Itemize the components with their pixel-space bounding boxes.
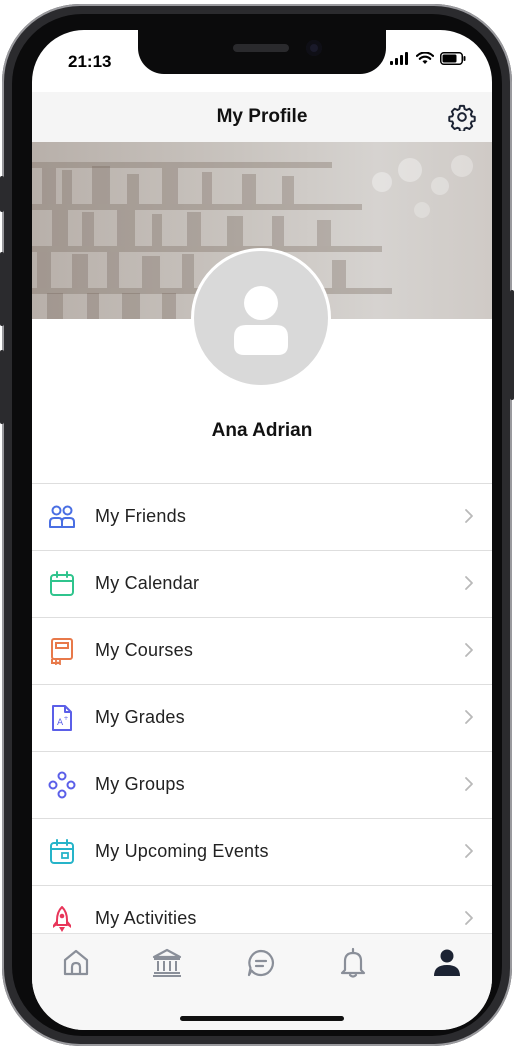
- chevron-right-icon: [465, 576, 473, 590]
- menu-item-label: My Upcoming Events: [95, 841, 269, 861]
- chevron-right-icon: [465, 643, 473, 657]
- chevron-right-icon: [465, 911, 473, 925]
- rocket-icon: [53, 906, 71, 932]
- front-camera: [306, 40, 322, 56]
- signal-icon: [390, 52, 408, 65]
- tab-messages[interactable]: [244, 946, 278, 980]
- settings-button[interactable]: [448, 103, 476, 133]
- speaker-grille: [233, 44, 289, 52]
- menu-item-label: My Groups: [95, 774, 185, 794]
- chevron-right-icon: [465, 844, 473, 858]
- menu-item-friends[interactable]: My Friends: [32, 483, 492, 550]
- profile-icon: [434, 949, 460, 976]
- menu-item-label: My Courses: [95, 640, 194, 660]
- grade-document-icon: A +: [52, 705, 72, 731]
- battery-icon: [440, 52, 466, 65]
- status-time: 21:13: [68, 52, 112, 71]
- groups-icon: [48, 771, 76, 799]
- navigation-bar: My Profile: [32, 92, 492, 143]
- page-title: My Profile: [216, 106, 308, 127]
- tab-notifications[interactable]: [336, 946, 370, 980]
- app-screen: 21:13 My Profile Ana Adrian My Friends M…: [32, 30, 492, 1030]
- menu-item-label: My Activities: [95, 908, 197, 928]
- chevron-right-icon: [465, 710, 473, 724]
- notch: [138, 30, 386, 74]
- book-icon: [51, 638, 73, 665]
- chevron-right-icon: [465, 777, 473, 791]
- tab-profile[interactable]: [430, 946, 464, 980]
- profile-avatar[interactable]: [191, 248, 331, 388]
- status-icons: [390, 52, 466, 65]
- menu-item-label: My Friends: [95, 506, 187, 526]
- user-name: Ana Adrian: [211, 420, 313, 441]
- power-button: [510, 290, 514, 400]
- menu-item-grades[interactable]: A + My Grades: [32, 684, 492, 751]
- menu-item-groups[interactable]: My Groups: [32, 751, 492, 818]
- gear-icon: [448, 104, 476, 133]
- home-indicator: [180, 1016, 344, 1021]
- menu-item-label: My Grades: [95, 707, 185, 727]
- home-icon: [63, 949, 89, 976]
- tab-institution[interactable]: [150, 946, 184, 980]
- tab-home[interactable]: [59, 946, 93, 980]
- volume-down-button: [0, 350, 4, 424]
- menu-item-calendar[interactable]: My Calendar: [32, 550, 492, 617]
- profile-menu: My Friends My Calendar My Courses A + My…: [32, 483, 492, 952]
- chevron-right-icon: [465, 509, 473, 523]
- volume-up-button: [0, 252, 4, 326]
- menu-item-upcoming-events[interactable]: My Upcoming Events: [32, 818, 492, 885]
- wifi-icon: [416, 52, 434, 64]
- institution-icon: [152, 948, 182, 977]
- menu-item-label: My Calendar: [95, 573, 200, 593]
- chat-icon: [247, 949, 274, 977]
- menu-item-courses[interactable]: My Courses: [32, 617, 492, 684]
- calendar-icon: [50, 571, 74, 596]
- bell-icon: [340, 947, 366, 978]
- mute-switch: [0, 176, 4, 212]
- calendar-event-icon: [50, 839, 74, 864]
- friends-icon: [49, 505, 75, 528]
- svg-text:+: +: [64, 715, 69, 722]
- user-silhouette-icon: [234, 286, 288, 355]
